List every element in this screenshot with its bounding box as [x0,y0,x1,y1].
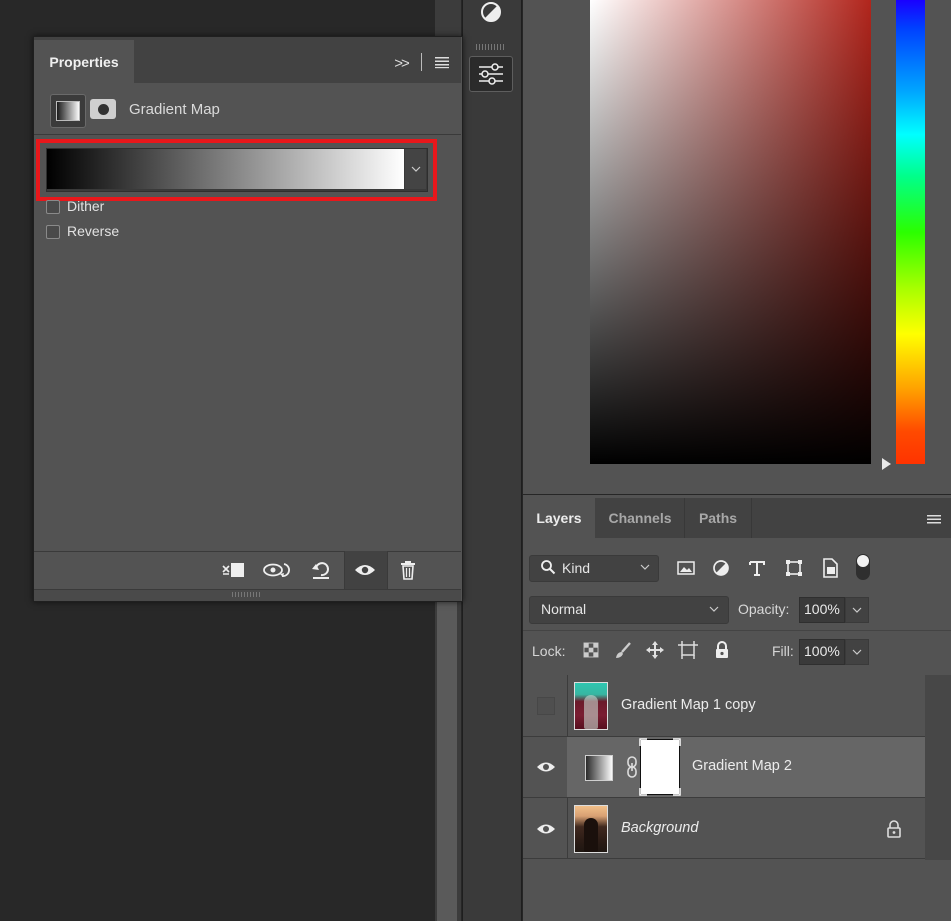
pixel-filter-icon[interactable] [675,557,697,579]
reverse-checkbox[interactable] [46,225,60,239]
tab-paths[interactable]: Paths [684,498,752,538]
tab-layers[interactable]: Layers [523,498,595,538]
adjustment-filter-icon[interactable] [710,557,732,579]
view-previous-state-icon[interactable] [262,555,292,585]
tab-properties[interactable]: Properties [34,40,134,83]
panel-menu-icon[interactable] [926,513,942,525]
resize-grip[interactable] [232,592,262,597]
adjustments-half-circle-icon[interactable] [478,0,504,26]
mask-selection-brackets [639,738,681,796]
fill-dropdown-button[interactable] [845,639,869,665]
lock-icon [885,820,903,838]
opacity-value: 100% [804,601,840,617]
search-icon [540,559,556,575]
divider [523,630,951,631]
type-filter-icon[interactable] [746,557,768,579]
lock-position-icon[interactable] [644,639,666,661]
shape-filter-icon[interactable] [783,557,805,579]
eye-icon[interactable] [536,760,556,774]
layer-mask-icon[interactable] [90,99,116,119]
blend-mode-value: Normal [541,601,587,617]
layers-scrollbar[interactable] [925,675,951,860]
dither-label: Dither [67,198,105,214]
lock-artboard-icon[interactable] [677,639,699,661]
filter-kind-label: Kind [562,560,591,576]
filter-toggle-knob [857,555,869,567]
layer-name[interactable]: Background [621,820,698,836]
properties-sliders-icon[interactable] [469,56,513,92]
annotation-highlight-box [36,139,437,201]
opacity-label: Opacity: [738,601,790,617]
dock-grip[interactable] [476,44,506,50]
gradient-map-adjustment-icon[interactable] [50,94,86,128]
visibility-icon[interactable] [350,555,380,585]
tab-channels[interactable]: Channels [597,498,683,538]
divider [421,53,422,71]
chevron-down-icon [640,561,650,573]
panel-menu-icon[interactable] [434,55,450,69]
divider [34,134,461,135]
panel-scroll-thumb[interactable] [437,600,457,921]
lock-all-icon[interactable] [711,639,733,661]
dither-checkbox[interactable] [46,200,60,214]
visibility-toggle-off[interactable] [537,697,555,715]
smart-object-filter-icon[interactable] [819,557,841,579]
layer-thumbnail [574,805,608,853]
reverse-label: Reverse [67,223,120,239]
layer-name[interactable]: Gradient Map 2 [692,758,792,774]
reset-icon[interactable] [306,555,336,585]
fill-label: Fill: [772,643,794,659]
gradient-map-layer-icon[interactable] [585,755,613,781]
trash-icon[interactable] [393,555,423,585]
panel-dock-column [462,0,522,921]
hue-slider-pointer[interactable] [882,458,891,470]
fill-value: 100% [804,643,840,659]
clip-to-layer-icon[interactable] [218,555,248,585]
layer-name[interactable]: Gradient Map 1 copy [621,697,756,713]
color-saturation-field[interactable] [590,0,871,464]
collapse-panel-button[interactable]: >> [388,50,414,76]
properties-title: Gradient Map [129,101,220,118]
lock-image-pixels-icon[interactable] [612,639,634,661]
hue-slider[interactable] [896,0,925,464]
properties-panel [33,36,463,602]
eye-icon[interactable] [536,822,556,836]
link-chain-icon[interactable] [624,754,640,780]
lock-label: Lock: [532,643,566,659]
opacity-dropdown-button[interactable] [845,597,869,623]
layers-empty-area [523,860,951,921]
chevron-down-icon [709,603,719,615]
lock-transparent-pixels-icon[interactable] [580,639,602,661]
layer-thumbnail [574,682,608,730]
